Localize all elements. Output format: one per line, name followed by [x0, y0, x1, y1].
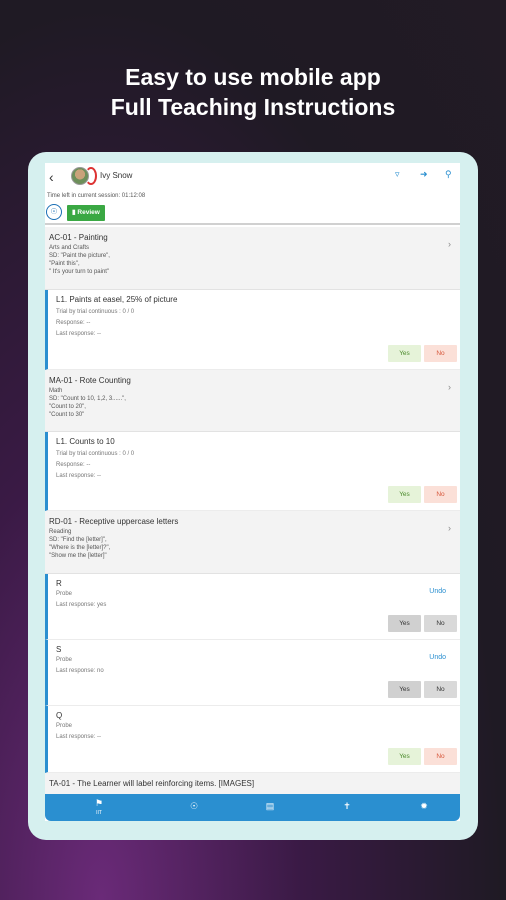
review-label: Review	[77, 209, 100, 216]
target-line: Probe	[56, 723, 73, 729]
target-line: Trial by trial continuous : 0 / 0	[56, 309, 135, 315]
program-title: AC-01 - Painting	[49, 233, 108, 242]
yes-button[interactable]: Yes	[388, 681, 421, 698]
top-bar: ‹ Ivy Snow ▿ ➜ ⚲ Time left in current se…	[45, 163, 460, 225]
nav-globe[interactable]: ☉	[184, 801, 204, 812]
learner-name[interactable]: Ivy Snow	[100, 171, 132, 180]
globe-icon: ☉	[189, 801, 199, 811]
program-item[interactable]: AC-01 - Painting Arts and Crafts SD: "Pa…	[45, 227, 460, 290]
gear-icon: ✹	[420, 801, 428, 811]
target-line: Response: --	[56, 320, 91, 326]
figure-icon: ✝	[343, 801, 351, 811]
target-line: Last response: yes	[56, 602, 107, 608]
target-line: Last response: --	[56, 473, 102, 479]
program-title: MA-01 - Rote Counting	[49, 376, 131, 385]
bottom-nav: ⚑ IIT ☉ ▤ ✝ ✹	[45, 794, 460, 821]
target-title: S	[56, 645, 62, 654]
program-sd: SD: "Count to 10, 1,2, 3......",	[49, 396, 126, 402]
target-line: Last response: no	[56, 668, 104, 674]
target-line: Last response: --	[56, 331, 102, 337]
yes-button[interactable]: Yes	[388, 486, 421, 503]
nav-settings[interactable]: ✹	[414, 801, 434, 812]
program-sd: SD: "Paint the picture",	[49, 253, 110, 259]
program-sd: "Paint this",	[49, 261, 80, 267]
list-icon: ▤	[265, 801, 275, 811]
yes-button[interactable]: Yes	[388, 748, 421, 765]
search-icon[interactable]: ⚲	[445, 169, 452, 180]
back-icon[interactable]: ‹	[49, 169, 54, 185]
nav-figure[interactable]: ✝	[337, 801, 357, 812]
no-button[interactable]: No	[424, 486, 457, 503]
target-line: Trial by trial continuous : 0 / 0	[56, 451, 135, 457]
no-button[interactable]: No	[424, 681, 457, 698]
promo-headline: Easy to use mobile app Full Teaching Ins…	[0, 62, 506, 122]
target-item[interactable]: R Probe Last response: yes Undo Yes No	[45, 574, 460, 640]
target-line: Probe	[56, 591, 73, 597]
target-line: Last response: --	[56, 734, 102, 740]
program-category: Reading	[49, 529, 72, 535]
promo-line-2: Full Teaching Instructions	[110, 94, 396, 120]
program-category: Math	[49, 388, 63, 394]
program-list: AC-01 - Painting Arts and Crafts SD: "Pa…	[45, 227, 460, 797]
chevron-right-icon[interactable]: ›	[448, 523, 451, 533]
chevron-right-icon[interactable]: ›	[448, 239, 451, 249]
target-item[interactable]: L1. Counts to 10 Trial by trial continuo…	[45, 432, 460, 511]
undo-button[interactable]: Undo	[429, 588, 446, 595]
program-sd: "Where is the [letter]?",	[49, 545, 111, 551]
program-sd: "Count to 30"	[49, 412, 85, 418]
program-title: RD-01 - Receptive uppercase letters	[49, 517, 179, 526]
program-item[interactable]: RD-01 - Receptive uppercase letters Read…	[45, 511, 460, 574]
target-item[interactable]: L1. Paints at easel, 25% of picture Tria…	[45, 290, 460, 370]
target-line: Response: --	[56, 462, 91, 468]
target-line: Probe	[56, 657, 73, 663]
promo-line-1: Easy to use mobile app	[125, 64, 381, 90]
target-title: Q	[56, 711, 63, 720]
flag-icon: ⚑	[94, 798, 104, 808]
chevron-right-icon[interactable]: ›	[448, 382, 451, 392]
review-button[interactable]: ▮ Review	[67, 205, 105, 221]
session-time-left: Time left in current session: 01:12:08	[47, 193, 146, 199]
yes-button[interactable]: Yes	[388, 615, 421, 632]
nav-list[interactable]: ▤	[260, 801, 280, 812]
yes-button[interactable]: Yes	[388, 345, 421, 362]
program-sd: "Count to 20",	[49, 404, 86, 410]
target-title: L1. Counts to 10	[56, 437, 115, 446]
share-icon[interactable]: ➜	[420, 169, 428, 180]
nav-iit[interactable]: ⚑ IIT	[89, 798, 109, 816]
undo-button[interactable]: Undo	[429, 654, 446, 661]
program-item[interactable]: MA-01 - Rote Counting Math SD: "Count to…	[45, 370, 460, 432]
target-title: R	[56, 579, 62, 588]
target-item[interactable]: Q Probe Last response: -- Yes No	[45, 706, 460, 773]
no-button[interactable]: No	[424, 748, 457, 765]
nav-iit-label: IIT	[96, 810, 102, 816]
app-screen: ‹ Ivy Snow ▿ ➜ ⚲ Time left in current se…	[45, 163, 460, 821]
no-button[interactable]: No	[424, 615, 457, 632]
program-title: TA-01 - The Learner will label reinforci…	[49, 779, 255, 788]
bike-icon[interactable]: ☉	[46, 204, 62, 220]
target-item[interactable]: S Probe Last response: no Undo Yes No	[45, 640, 460, 706]
program-sd: " It's your turn to paint"	[49, 269, 110, 275]
target-title: L1. Paints at easel, 25% of picture	[56, 295, 178, 304]
no-button[interactable]: No	[424, 345, 457, 362]
program-sd: SD: "Find the [letter]",	[49, 537, 107, 543]
program-category: Arts and Crafts	[49, 245, 90, 251]
program-sd: "Show me the [letter]"	[49, 553, 107, 559]
session-ring-icon	[85, 167, 97, 185]
filter-icon[interactable]: ▿	[395, 169, 400, 180]
